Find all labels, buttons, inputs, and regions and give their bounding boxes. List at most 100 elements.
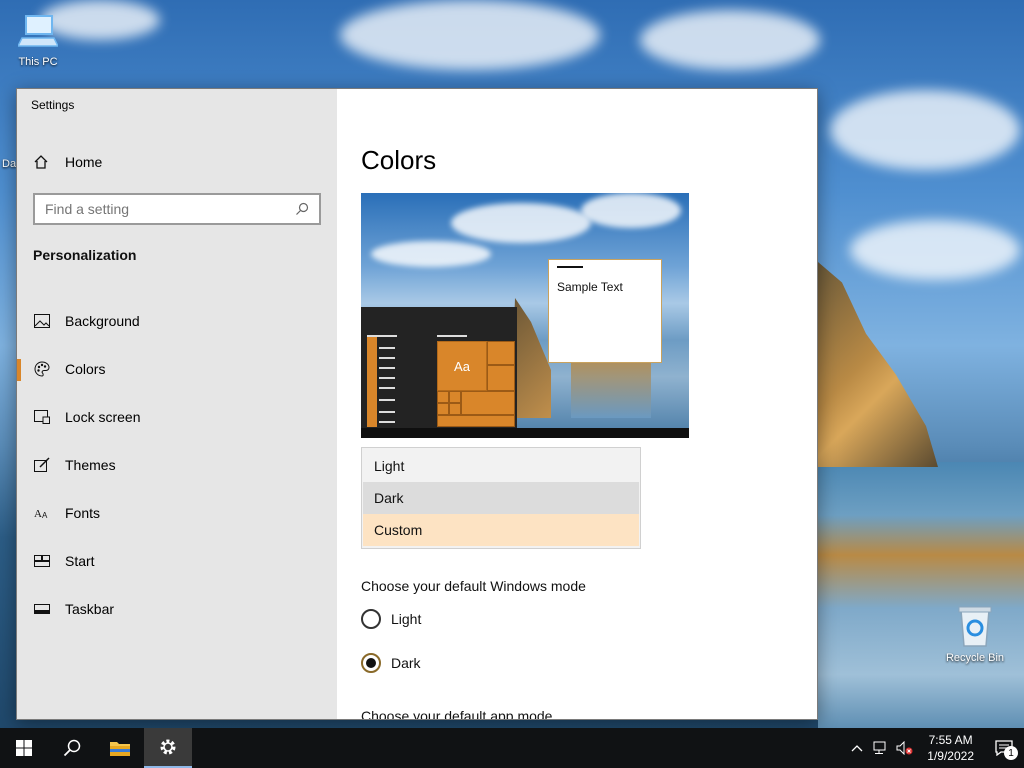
preview-cloud (371, 241, 491, 267)
network-tray-button[interactable] (869, 728, 893, 768)
wallpaper-cloud (850, 220, 1020, 280)
sidebar-item-label: Taskbar (65, 601, 115, 617)
settings-window: Settings Home Personalization Background (16, 88, 818, 720)
volume-muted-icon (896, 741, 913, 755)
preview-tile (449, 403, 461, 415)
search-icon (296, 202, 309, 215)
mock-line (379, 347, 395, 349)
recycle-bin-icon (958, 606, 992, 647)
settings-search-box[interactable] (33, 193, 321, 225)
partial-desktop-label: Da (2, 158, 17, 170)
start-button[interactable] (0, 728, 48, 768)
notification-count-badge: 1 (1004, 746, 1018, 760)
mock-line (379, 411, 395, 413)
personalization-nav: Background Colors Lock screen Themes A A… (17, 297, 337, 633)
sidebar-item-background[interactable]: Background (17, 297, 337, 345)
file-explorer-button[interactable] (96, 728, 144, 768)
preview-tile (437, 415, 515, 427)
theme-preview: Aa Sample Text (361, 193, 689, 438)
page-title: Colors (361, 145, 437, 175)
sidebar-item-label: Colors (65, 361, 106, 377)
sidebar-item-start[interactable]: Start (17, 537, 337, 585)
colors-page: Colors Aa Sample Text Light Dark Custom … (337, 89, 817, 719)
sidebar-item-colors[interactable]: Colors (17, 345, 337, 393)
windows-mode-label: Choose your default Windows mode (361, 578, 586, 594)
brush-icon (33, 456, 51, 474)
svg-text:A: A (34, 508, 42, 520)
settings-taskbar-button[interactable] (144, 728, 192, 768)
windows-mode-dark-radio[interactable]: Dark (361, 653, 421, 673)
sidebar-item-label: Themes (65, 457, 116, 473)
radio-label: Dark (391, 655, 421, 671)
home-label: Home (65, 154, 103, 170)
radio-button[interactable] (361, 653, 381, 673)
sidebar-item-taskbar[interactable]: Taskbar (17, 585, 337, 633)
mock-line (379, 399, 395, 401)
radio-button[interactable] (361, 609, 381, 629)
mock-line (367, 335, 397, 337)
mock-line (437, 335, 467, 337)
wallpaper-cloud (830, 90, 1020, 170)
preview-tile (461, 391, 515, 415)
app-mode-label: Choose your default app mode (361, 708, 553, 719)
color-mode-option-dark[interactable]: Dark (363, 482, 639, 514)
home-nav-item[interactable]: Home (33, 151, 102, 173)
preview-reflection (571, 363, 651, 418)
sidebar-item-lock-screen[interactable]: Lock screen (17, 393, 337, 441)
sidebar-item-themes[interactable]: Themes (17, 441, 337, 489)
sidebar-item-label: Background (65, 313, 140, 329)
network-icon (873, 741, 886, 754)
computer-icon (18, 15, 58, 47)
preview-taskbar (361, 428, 689, 438)
show-hidden-icons-button[interactable] (845, 728, 869, 768)
taskbar: 7:55 AM 1/9/2022 1 (0, 728, 1024, 768)
sidebar-item-label: Start (65, 553, 95, 569)
wallpaper-cloud (340, 0, 600, 70)
sidebar-item-label: Lock screen (65, 409, 141, 425)
windows-mode-light-radio[interactable]: Light (361, 609, 421, 629)
section-heading: Personalization (33, 247, 137, 263)
window-title: Settings (31, 98, 75, 112)
color-mode-option-custom[interactable]: Custom (363, 514, 639, 546)
wallpaper-sea (818, 462, 1024, 728)
gear-icon (160, 739, 176, 755)
preview-cloud (451, 203, 591, 243)
this-pc-desktop-icon[interactable]: This PC (8, 12, 68, 68)
radio-dot (366, 658, 376, 668)
preview-tile (449, 391, 461, 403)
start-icon (33, 552, 51, 570)
preview-tile (437, 391, 449, 403)
sample-window: Sample Text (548, 259, 662, 363)
chevron-up-icon (851, 745, 863, 752)
picture-icon (33, 312, 51, 330)
preview-tile (487, 341, 515, 365)
volume-tray-button[interactable] (893, 728, 917, 768)
search-icon (63, 739, 81, 757)
mock-line (379, 421, 395, 423)
clock-time: 7:55 AM (928, 733, 973, 747)
action-center-button[interactable]: 1 (984, 728, 1024, 768)
search-button[interactable] (48, 728, 96, 768)
preview-cliff (511, 298, 551, 418)
wallpaper-rock (818, 262, 938, 467)
home-icon (34, 155, 48, 169)
lock-screen-icon (33, 408, 51, 426)
sidebar-item-fonts[interactable]: AA Fonts (17, 489, 337, 537)
sidebar-item-label: Fonts (65, 505, 101, 521)
mock-line (379, 357, 395, 359)
color-mode-option-light[interactable]: Light (363, 450, 639, 482)
clock[interactable]: 7:55 AM 1/9/2022 (917, 732, 984, 764)
preview-tile (487, 365, 515, 391)
preview-tile (437, 403, 449, 415)
recycle-bin-desktop-icon[interactable]: Recycle Bin (944, 604, 1006, 664)
search-input[interactable] (45, 201, 295, 217)
sample-text: Sample Text (557, 280, 623, 294)
color-mode-dropdown-list[interactable]: Light Dark Custom (361, 447, 641, 549)
mock-accent-column (367, 337, 377, 427)
mock-line (379, 377, 395, 379)
radio-label: Light (391, 611, 422, 627)
desktop-icon-label: This PC (18, 56, 58, 68)
windows-logo-icon (16, 740, 32, 756)
font-icon: AA (33, 504, 51, 522)
system-tray: 7:55 AM 1/9/2022 1 (845, 728, 1024, 768)
